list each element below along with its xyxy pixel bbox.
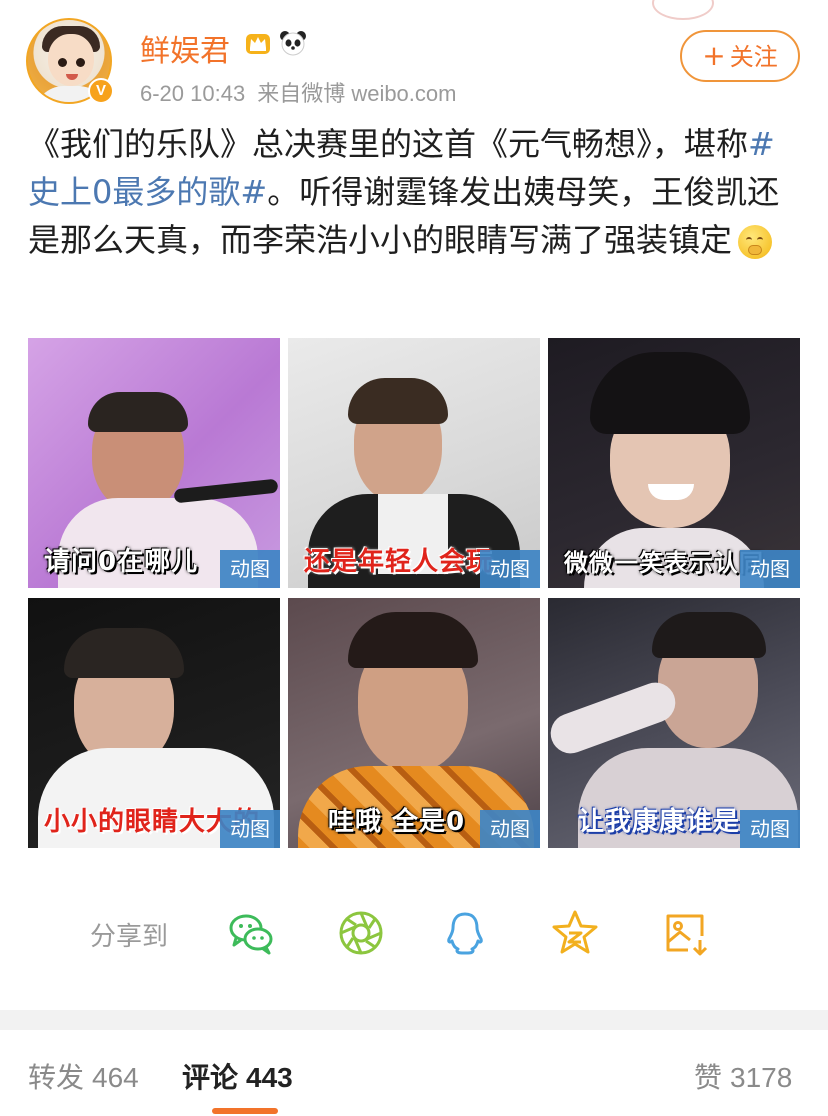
tab-count: 464 xyxy=(92,1062,139,1093)
follow-button[interactable]: + 关注 xyxy=(680,30,800,82)
avatar-eye xyxy=(58,58,67,67)
gif-badge: 动图 xyxy=(220,550,280,588)
media-grid: 请问0在哪儿 动图 还是年轻人会玩 动图 微微一笑表示认同 动图 小小的眼睛大大… xyxy=(28,338,800,848)
avatar-eye xyxy=(76,58,85,67)
plus-icon: + xyxy=(702,39,726,72)
share-label: 分享到 xyxy=(90,922,169,952)
tab-comments[interactable]: 评论 443 xyxy=(182,1056,293,1096)
person-hair xyxy=(348,612,478,668)
crown-icon xyxy=(246,34,270,54)
tab-likes[interactable]: 赞 3178 xyxy=(694,1056,792,1096)
media-tile[interactable]: 请问0在哪儿 动图 xyxy=(28,338,280,588)
watermark-stamp xyxy=(652,0,714,20)
tab-repost[interactable]: 转发 464 xyxy=(28,1056,139,1096)
post-text-part1: 《我们的乐队》总决赛里的这首《元气畅想》，堪称 xyxy=(28,125,749,163)
moments-icon[interactable] xyxy=(336,908,386,958)
media-tile[interactable]: 微微一笑表示认同 动图 xyxy=(548,338,800,588)
thinking-face-emoji-icon xyxy=(738,225,773,259)
post-body: 《我们的乐队》总决赛里的这首《元气畅想》，堪称#史上0最多的歌#。听得谢霆锋发出… xyxy=(28,120,800,264)
gif-badge: 动图 xyxy=(740,810,800,848)
media-tile[interactable]: 哇哦 全是0 动图 xyxy=(288,598,540,848)
media-tile[interactable]: 小小的眼睛大大的 动图 xyxy=(28,598,280,848)
author-name[interactable]: 鲜娱君 xyxy=(140,26,230,70)
person-hair xyxy=(348,378,448,424)
follow-label: 关注 xyxy=(729,43,778,71)
save-image-icon[interactable] xyxy=(660,908,710,958)
share-bar: 分享到 xyxy=(0,900,828,966)
person-hair xyxy=(64,628,184,678)
active-tab-indicator xyxy=(212,1108,278,1114)
person-hair xyxy=(652,612,766,658)
qzone-icon[interactable] xyxy=(550,908,600,958)
gif-badge: 动图 xyxy=(220,810,280,848)
post-meta: 6-20 10:43 来自微博 weibo.com xyxy=(140,76,468,108)
section-divider xyxy=(0,1010,828,1030)
tab-count: 443 xyxy=(246,1062,293,1093)
gif-badge: 动图 xyxy=(740,550,800,588)
person-hair xyxy=(88,392,188,432)
verified-badge: V xyxy=(88,78,114,104)
qq-icon[interactable] xyxy=(440,908,490,958)
tab-label: 赞 xyxy=(694,1061,723,1094)
post-source: 来自微博 weibo.com xyxy=(257,81,457,106)
wechat-icon[interactable] xyxy=(226,908,276,958)
tab-count: 3178 xyxy=(730,1062,793,1093)
media-tile[interactable]: 让我康康谁是 动图 xyxy=(548,598,800,848)
interaction-tabs: 转发 464 评论 443 赞 3178 xyxy=(0,1030,828,1116)
post-timestamp: 6-20 10:43 xyxy=(140,81,246,106)
tab-label: 评论 xyxy=(182,1061,239,1094)
tab-label: 转发 xyxy=(28,1061,85,1094)
gif-badge: 动图 xyxy=(480,550,540,588)
media-tile[interactable]: 还是年轻人会玩 动图 xyxy=(288,338,540,588)
panda-icon xyxy=(280,31,306,56)
gif-badge: 动图 xyxy=(480,810,540,848)
post-header: V 鲜娱君 6-20 10:43 来自微博 weibo.com + 关注 xyxy=(0,0,828,112)
